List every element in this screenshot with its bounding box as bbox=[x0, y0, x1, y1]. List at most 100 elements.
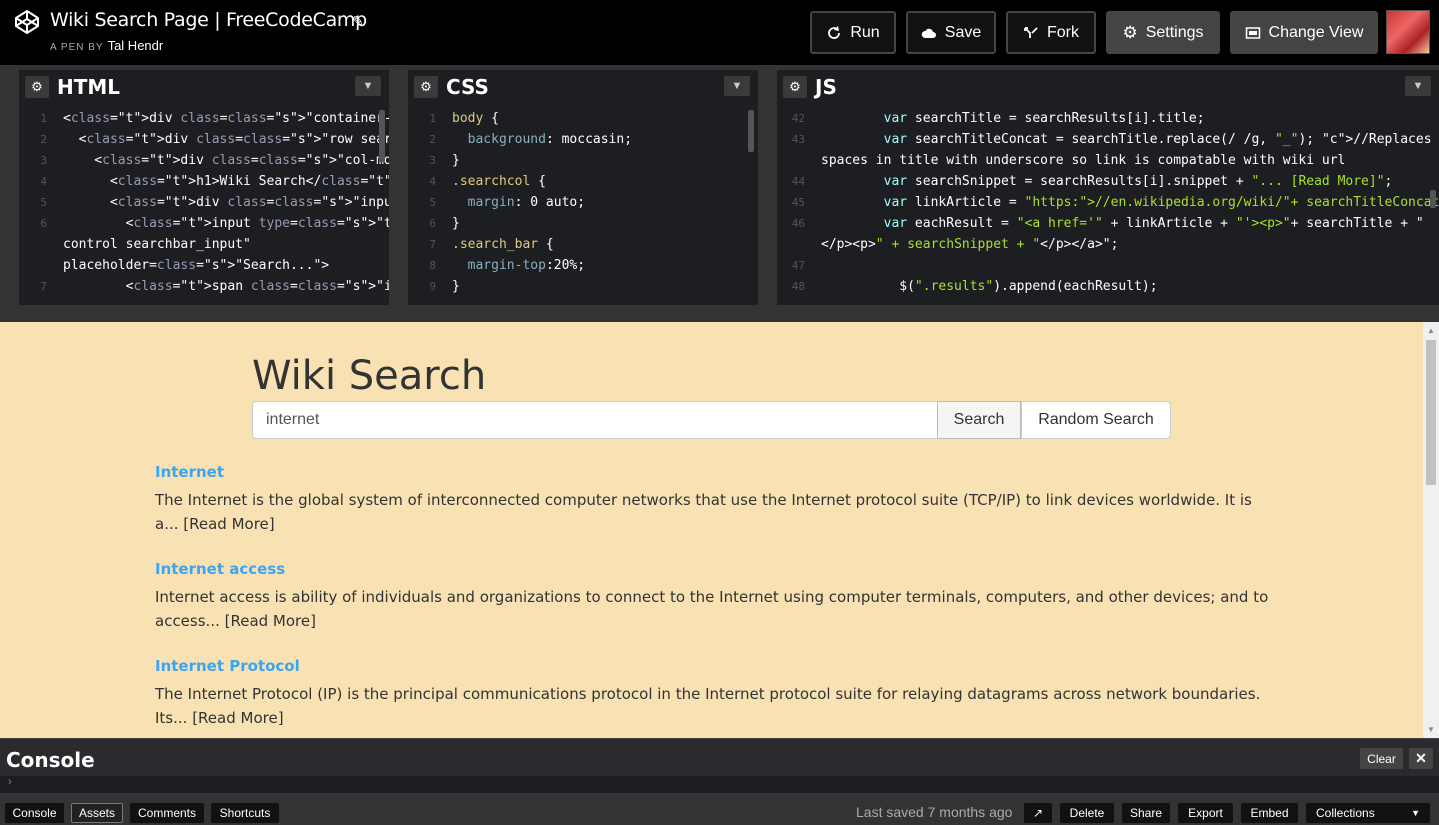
change-view-button[interactable]: Change View bbox=[1230, 11, 1378, 54]
run-label: Run bbox=[850, 23, 880, 41]
chevron-down-icon[interactable]: ▼ bbox=[1405, 76, 1431, 96]
result-snippet[interactable]: The Internet is the global system of int… bbox=[155, 488, 1275, 536]
collections-dropdown[interactable]: Collections ▼ bbox=[1306, 803, 1430, 823]
page-heading: Wiki Search bbox=[252, 353, 487, 399]
share-button[interactable]: Share bbox=[1122, 803, 1170, 823]
fork-button[interactable]: Fork bbox=[1006, 11, 1096, 54]
delete-button[interactable]: Delete bbox=[1060, 803, 1114, 823]
fork-icon bbox=[1024, 26, 1038, 38]
code-line[interactable]: var searchSnippet = searchResults[i].sni… bbox=[821, 171, 1393, 192]
search-input[interactable]: internet bbox=[252, 401, 938, 439]
preview-scrollbar[interactable]: ▲ ▼ bbox=[1423, 322, 1439, 738]
html-settings-icon[interactable]: ⚙ bbox=[25, 76, 49, 98]
code-line[interactable]: <class="t">div class=class="s">"input-gr… bbox=[63, 192, 389, 213]
random-search-button[interactable]: Random Search bbox=[1021, 401, 1171, 439]
code-line[interactable]: margin: 0 auto; bbox=[452, 192, 585, 213]
code-line[interactable]: <class="t">div class=class="s">"col-md-8… bbox=[63, 150, 389, 171]
code-line[interactable]: <class="t">div class=class="s">"row sear… bbox=[63, 129, 389, 150]
author-link[interactable]: Tal Hendr bbox=[108, 38, 164, 53]
code-line[interactable]: } bbox=[452, 150, 460, 171]
pane-divider[interactable] bbox=[395, 65, 401, 305]
js-code[interactable]: 42 var searchTitle = searchResults[i].ti… bbox=[777, 108, 1439, 305]
embed-button[interactable]: Embed bbox=[1241, 803, 1298, 823]
fork-label: Fork bbox=[1047, 23, 1079, 41]
result-title[interactable]: Internet bbox=[155, 463, 1275, 481]
html-code[interactable]: 1 <class="t">div class=class="s">"contain… bbox=[19, 108, 389, 305]
close-icon[interactable]: ✕ bbox=[1409, 748, 1433, 769]
result-item[interactable]: Internet access Internet access is abili… bbox=[155, 560, 1275, 633]
preview-scroll-thumb[interactable] bbox=[1426, 340, 1436, 485]
result-title[interactable]: Internet access bbox=[155, 560, 1275, 578]
chevron-down-icon[interactable]: ▼ bbox=[355, 76, 381, 96]
html-scrollbar[interactable] bbox=[379, 110, 385, 162]
layout-icon bbox=[1245, 26, 1260, 39]
line-number: 5 bbox=[40, 196, 47, 209]
line-number: 45 bbox=[791, 196, 805, 209]
js-settings-icon[interactable]: ⚙ bbox=[783, 76, 807, 98]
scroll-up-icon[interactable]: ▲ bbox=[1427, 326, 1435, 335]
save-button[interactable]: Save bbox=[906, 11, 996, 54]
html-pane-title: HTML bbox=[57, 75, 121, 99]
js-editor-pane[interactable]: ⚙ JS ▼ 42 var searchTitle = searchResult… bbox=[777, 70, 1439, 305]
line-number: 7 bbox=[40, 280, 47, 293]
code-line[interactable]: <class="t">input type=class="s">"text" c… bbox=[63, 213, 389, 234]
code-line[interactable]: var eachResult = "<a href='" + linkArtic… bbox=[821, 213, 1424, 234]
search-button[interactable]: Search bbox=[937, 401, 1021, 439]
code-line[interactable]: } bbox=[452, 276, 460, 297]
codepen-logo-icon[interactable] bbox=[14, 9, 40, 35]
css-pane-header: ⚙ CSS ▼ bbox=[408, 70, 758, 104]
code-line[interactable]: var searchTitle = searchResults[i].title… bbox=[821, 108, 1205, 129]
line-number: 47 bbox=[791, 259, 805, 272]
js-pane-header: ⚙ JS ▼ bbox=[777, 70, 1439, 104]
code-line[interactable]: $(".results").append(eachResult); bbox=[821, 276, 1157, 297]
chevron-down-icon[interactable]: ▼ bbox=[724, 76, 750, 96]
footer-tab-assets[interactable]: Assets bbox=[71, 803, 123, 823]
console-prompt[interactable]: › bbox=[0, 776, 1439, 793]
pen-title[interactable]: Wiki Search Page | FreeCodeCamp bbox=[50, 9, 367, 31]
html-editor-pane[interactable]: ⚙ HTML ▼ 1 <class="t">div class=class="s"… bbox=[19, 70, 389, 305]
code-line[interactable]: control searchbar_input" bbox=[63, 234, 251, 255]
line-number: 3 bbox=[429, 154, 436, 167]
footer-tab-console[interactable]: Console bbox=[5, 803, 64, 823]
scroll-down-icon[interactable]: ▼ bbox=[1427, 725, 1435, 734]
code-line[interactable]: background: moccasin; bbox=[452, 129, 632, 150]
footer-tab-shortcuts[interactable]: Shortcuts bbox=[211, 803, 279, 823]
run-button[interactable]: Run bbox=[810, 11, 896, 54]
external-link-icon[interactable]: ↗ bbox=[1024, 803, 1052, 823]
footer-tab-comments[interactable]: Comments bbox=[130, 803, 204, 823]
result-snippet[interactable]: The Internet Protocol (IP) is the princi… bbox=[155, 682, 1275, 730]
css-editor-pane[interactable]: ⚙ CSS ▼ 1 body {2 background: moccasin; 3}… bbox=[408, 70, 758, 305]
line-number: 42 bbox=[791, 112, 805, 125]
pane-divider[interactable] bbox=[764, 65, 770, 305]
result-item[interactable]: Internet The Internet is the global syst… bbox=[155, 463, 1275, 536]
css-scrollbar[interactable] bbox=[748, 110, 754, 152]
edit-pencil-icon[interactable]: ✎ bbox=[352, 13, 364, 30]
code-line[interactable]: var linkArticle = "https:">//en.wikipedi… bbox=[821, 192, 1439, 213]
code-line[interactable]: var searchTitleConcat = searchTitle.repl… bbox=[821, 129, 1432, 150]
code-line[interactable]: .searchcol { bbox=[452, 171, 546, 192]
result-snippet[interactable]: Internet access is ability of individual… bbox=[155, 585, 1275, 633]
code-line[interactable]: body { bbox=[452, 108, 499, 129]
code-line[interactable]: <class="t">div class=class="s">"containe… bbox=[63, 108, 389, 129]
console-clear-button[interactable]: Clear bbox=[1360, 748, 1403, 769]
js-scrollbar[interactable] bbox=[1430, 190, 1436, 208]
result-item[interactable]: Internet Protocol The Internet Protocol … bbox=[155, 657, 1275, 730]
html-pane-header: ⚙ HTML ▼ bbox=[19, 70, 389, 104]
byline-prefix: A PEN BY bbox=[50, 42, 104, 53]
settings-button[interactable]: ⚙ Settings bbox=[1106, 11, 1220, 54]
code-line[interactable]: margin-top:20%; bbox=[452, 255, 585, 276]
code-line[interactable]: .search_bar { bbox=[452, 234, 554, 255]
code-line[interactable]: } bbox=[452, 213, 460, 234]
user-avatar[interactable] bbox=[1386, 10, 1430, 54]
code-line[interactable]: <class="t">h1>Wiki Search</class="t">h1> bbox=[63, 171, 389, 192]
code-line[interactable]: </p><p>" + searchSnippet + "</p></a>"; bbox=[821, 234, 1118, 255]
line-number: 46 bbox=[791, 217, 805, 230]
code-line[interactable]: spaces in title with underscore so link … bbox=[821, 150, 1345, 171]
export-button[interactable]: Export bbox=[1178, 803, 1233, 823]
cloud-icon bbox=[921, 28, 936, 38]
code-line[interactable]: <class="t">span class=class="s">"input-g… bbox=[63, 276, 389, 297]
code-line[interactable]: placeholder=class="s">"Search..."> bbox=[63, 255, 329, 276]
result-title[interactable]: Internet Protocol bbox=[155, 657, 1275, 675]
css-code[interactable]: 1 body {2 background: moccasin; 3} 4 .search… bbox=[408, 108, 758, 305]
css-settings-icon[interactable]: ⚙ bbox=[414, 76, 438, 98]
